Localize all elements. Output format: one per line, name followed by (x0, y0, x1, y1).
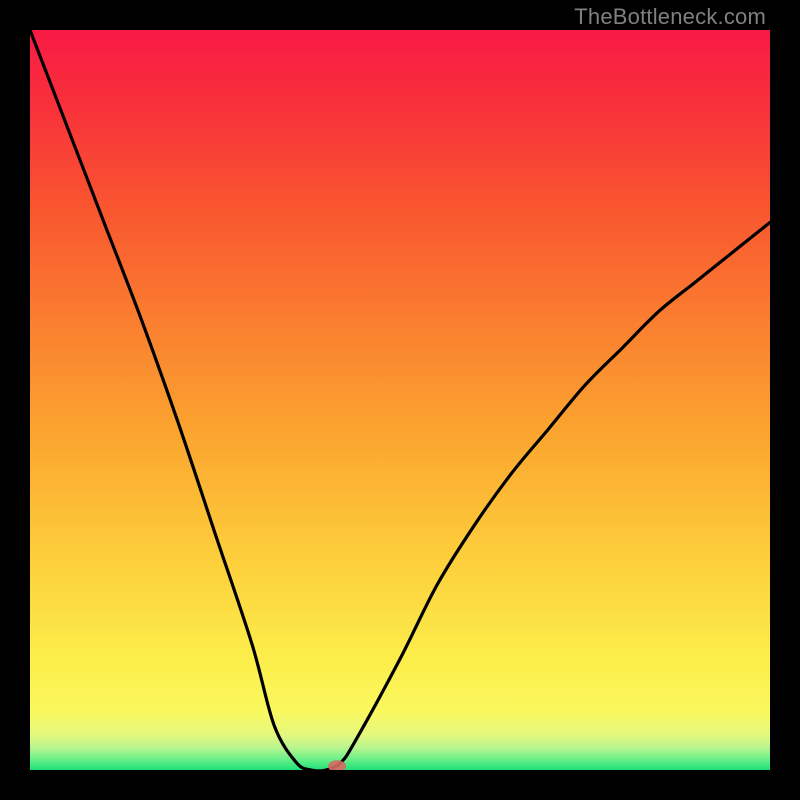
plot-area (30, 30, 770, 770)
chart-svg (30, 30, 770, 770)
chart-frame: TheBottleneck.com (0, 0, 800, 800)
watermark-text: TheBottleneck.com (574, 4, 766, 30)
